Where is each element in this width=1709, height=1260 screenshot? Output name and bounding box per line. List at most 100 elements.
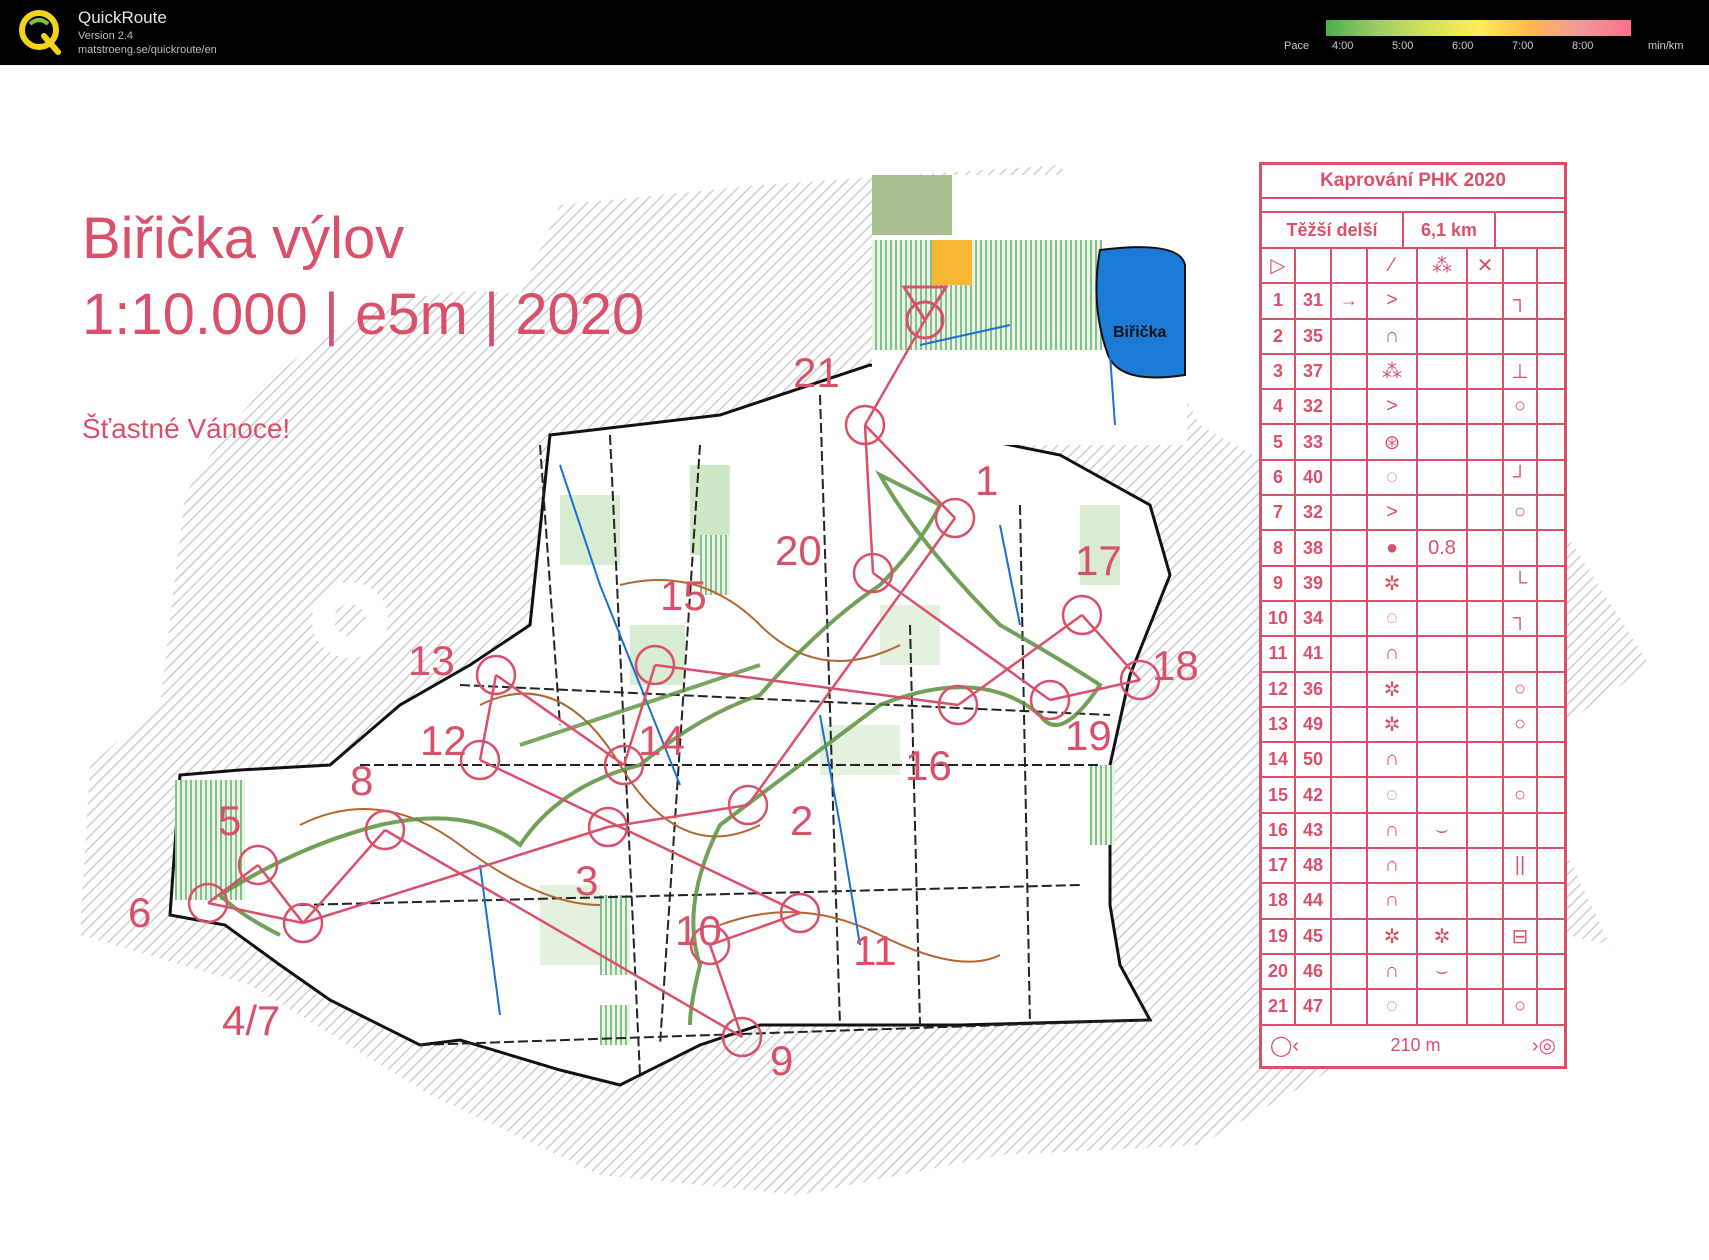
direction-symbol [1332,813,1368,848]
control-number: 5 [1262,425,1296,459]
control-label: 10 [675,907,722,954]
control-label: 20 [775,527,822,574]
app-url[interactable]: matstroeng.se/quickroute/en [78,44,217,56]
appearance-symbol [1418,284,1468,318]
description-row: 18 44 ∩ [1262,884,1564,920]
direction-symbol [1332,707,1368,742]
map-canvas[interactable]: Biřička 1 2 3 4/7 5 6 8 9 10 11 12 13 14… [0,65,1709,1260]
location-symbol: └ [1504,566,1538,600]
sheet-spacer [1262,199,1564,213]
pace-unit: min/km [1648,40,1684,52]
location-symbol [1504,954,1538,989]
control-code: 42 [1296,778,1332,812]
feature-symbol: ✲ [1368,919,1418,953]
feature-symbol: ✲ [1368,566,1418,600]
control-code: 45 [1296,919,1332,953]
description-row: 11 41 ∩ [1262,637,1564,673]
pace-color-scale [1326,20,1631,36]
control-number: 12 [1262,672,1296,706]
pace-tick: 6:00 [1452,40,1474,52]
finish-circle-icon: ›◎ [1531,1035,1556,1058]
app-version: Version 2.4 [78,30,134,42]
control-code: 36 [1296,672,1332,706]
description-row: 13 49 ✲ ○ [1262,707,1564,744]
pace-label: Pace [1284,40,1310,52]
control-code: 38 [1296,531,1332,565]
location-symbol [1504,531,1538,565]
control-label: 15 [660,572,707,619]
location-symbol: ⊥ [1504,354,1538,389]
finish-row: ◯‹ 210 m ›◎ [1262,1026,1564,1066]
description-row: 15 42 ◌ ○ [1262,778,1564,814]
direction-symbol [1332,743,1368,777]
control-label: 17 [1075,537,1122,584]
direction-symbol [1332,672,1368,706]
appearance-symbol [1418,778,1468,812]
appearance-symbol [1418,354,1468,389]
map-greeting: Šťastné Vánoce! [82,413,291,444]
control-code: 41 [1296,637,1332,671]
feature-symbol: > [1368,390,1418,424]
location-symbol: || [1504,849,1538,883]
appearance-symbol [1418,672,1468,706]
control-label: 8 [350,757,373,804]
control-number: 18 [1262,884,1296,918]
control-number: 9 [1262,566,1296,600]
direction-symbol [1332,919,1368,953]
direction-symbol [1332,354,1368,389]
description-row: 16 43 ∩ ⌣ [1262,813,1564,850]
direction-symbol [1332,425,1368,459]
appearance-symbol [1418,390,1468,424]
control-label: 6 [128,889,151,936]
control-code: 32 [1296,496,1332,530]
appearance-symbol [1418,496,1468,530]
direction-symbol [1332,884,1368,918]
map-title: Biřička výlov [82,206,405,271]
appearance-symbol: ⌣ [1418,813,1468,848]
location-symbol: ┐ [1504,284,1538,318]
control-number: 14 [1262,743,1296,777]
control-code: 48 [1296,849,1332,883]
control-number: 15 [1262,778,1296,812]
app-name: QuickRoute [78,8,167,27]
control-code: 35 [1296,319,1332,353]
direction-symbol [1332,319,1368,353]
control-number: 2 [1262,319,1296,353]
control-code: 43 [1296,813,1332,848]
description-row: 8 38 ● 0.8 [1262,531,1564,567]
appearance-symbol: 0.8 [1418,531,1468,565]
appearance-symbol [1418,884,1468,918]
location-symbol: ○ [1504,778,1538,812]
feature-symbol: ∩ [1368,743,1418,777]
pace-tick: 8:00 [1572,40,1594,52]
thicket-icon: ⁂ [1418,249,1468,283]
direction-symbol [1332,460,1368,495]
control-label: 19 [1065,712,1112,759]
finish-open-icon: ◯‹ [1270,1035,1300,1058]
direction-symbol [1332,601,1368,636]
control-code: 40 [1296,460,1332,495]
location-symbol [1504,743,1538,777]
control-number: 1 [1262,284,1296,318]
control-label: 21 [793,349,840,396]
direction-symbol [1332,566,1368,600]
appearance-symbol [1418,990,1468,1024]
description-row: 3 37 ⁂ ⊥ [1262,354,1564,391]
app-header: QuickRoute Version 2.4 matstroeng.se/qui… [0,0,1709,65]
appearance-symbol [1418,743,1468,777]
description-rows: 1 31 → > ┐ 2 35 ∩ 3 37 ⁂ ⊥ 4 32 > ○ 5 33 ⊛ 6 40 ◌ ┘ 7 32 > ○ 8 38 ● 0.… [1262,284,1564,1026]
path-icon: ⁄ [1368,249,1418,283]
direction-symbol [1332,778,1368,812]
pace-tick: 4:00 [1332,40,1354,52]
direction-symbol [1332,954,1368,989]
control-code: 49 [1296,707,1332,742]
location-symbol: ○ [1504,496,1538,530]
feature-symbol: ✲ [1368,672,1418,706]
description-row: 12 36 ✲ ○ [1262,672,1564,708]
description-row: 6 40 ◌ ┘ [1262,460,1564,497]
location-symbol: ┐ [1504,601,1538,636]
pace-tick: 7:00 [1512,40,1534,52]
pace-tick: 5:00 [1392,40,1414,52]
control-label: 9 [770,1037,793,1084]
control-number: 7 [1262,496,1296,530]
